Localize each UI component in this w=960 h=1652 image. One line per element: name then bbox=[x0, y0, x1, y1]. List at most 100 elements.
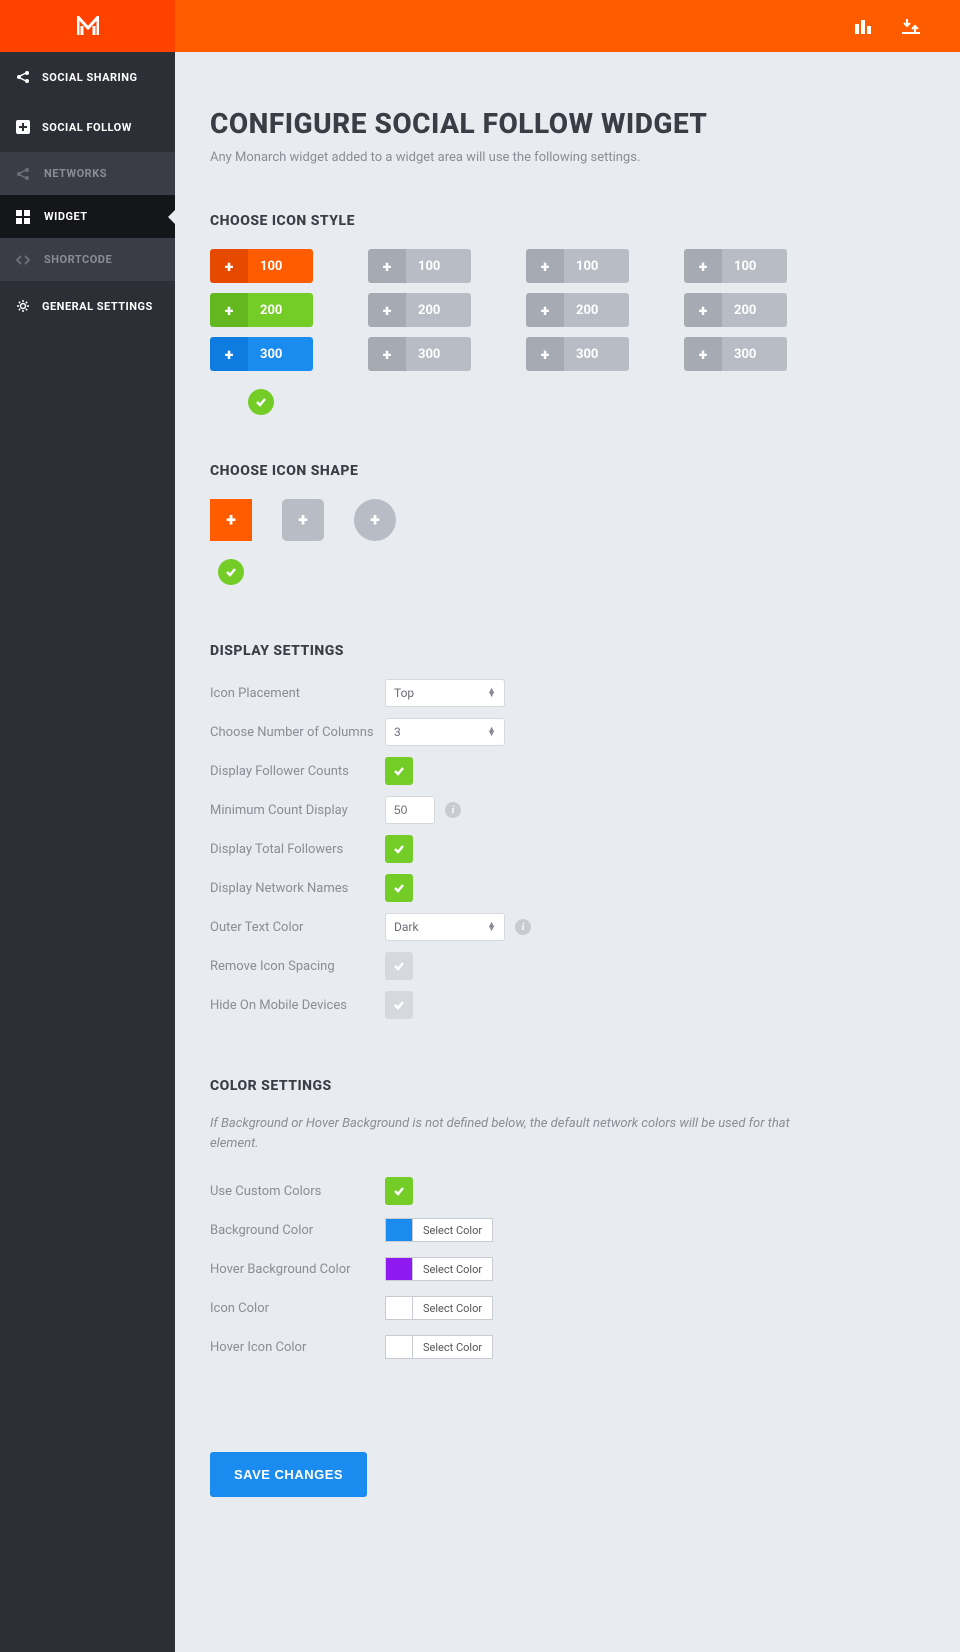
style-option[interactable]: +300 bbox=[684, 337, 787, 371]
sidebar-item-widget[interactable]: WIDGET bbox=[0, 195, 175, 238]
select-color-hover-bg[interactable]: Select Color bbox=[413, 1257, 493, 1281]
sidebar-label: WIDGET bbox=[44, 210, 88, 223]
sidebar-label: SOCIAL SHARING bbox=[42, 71, 138, 84]
shape-circle[interactable]: + bbox=[354, 499, 396, 541]
colors-subtitle: If Background or Hover Background is not… bbox=[210, 1114, 790, 1153]
label-use-custom: Use Custom Colors bbox=[210, 1184, 385, 1199]
gear-icon bbox=[16, 299, 30, 313]
input-min-count[interactable] bbox=[385, 796, 435, 824]
caret-icon: ▲▼ bbox=[487, 689, 496, 698]
selected-check-icon bbox=[248, 389, 274, 415]
style-value: 100 bbox=[722, 249, 787, 283]
style-option[interactable]: +300 bbox=[526, 337, 629, 371]
style-value: 300 bbox=[406, 337, 471, 371]
label-network-names: Display Network Names bbox=[210, 881, 385, 896]
style-value: 100 bbox=[406, 249, 471, 283]
select-outer-text[interactable]: Dark▲▼ bbox=[385, 913, 505, 941]
plus-icon: + bbox=[526, 293, 564, 327]
select-columns[interactable]: 3▲▼ bbox=[385, 718, 505, 746]
app-header bbox=[0, 0, 960, 52]
style-value: 200 bbox=[248, 293, 313, 327]
sidebar-label: NETWORKS bbox=[44, 167, 107, 180]
plus-icon: + bbox=[368, 249, 406, 283]
plus-icon: + bbox=[368, 337, 406, 371]
shape-square[interactable]: + bbox=[210, 499, 252, 541]
swatch-bg bbox=[385, 1218, 413, 1242]
label-hover-bg-color: Hover Background Color bbox=[210, 1262, 385, 1277]
label-bg-color: Background Color bbox=[210, 1223, 385, 1238]
toggle-follower-counts[interactable] bbox=[385, 757, 413, 785]
sidebar: SOCIAL SHARING SOCIAL FOLLOW NETWORKS WI… bbox=[0, 52, 175, 1652]
select-color-hover-icon[interactable]: Select Color bbox=[413, 1335, 493, 1359]
logo-box bbox=[0, 0, 175, 52]
style-option[interactable]: +300 bbox=[368, 337, 471, 371]
style-option[interactable]: +100 bbox=[526, 249, 629, 283]
page-subtitle: Any Monarch widget added to a widget are… bbox=[210, 150, 925, 165]
stats-icon[interactable] bbox=[854, 18, 872, 34]
style-value: 300 bbox=[248, 337, 313, 371]
style-option[interactable]: +100 bbox=[368, 249, 471, 283]
label-remove-spacing: Remove Icon Spacing bbox=[210, 959, 385, 974]
info-icon[interactable]: i bbox=[515, 919, 531, 935]
style-value: 100 bbox=[248, 249, 313, 283]
selected-check-icon bbox=[218, 559, 244, 585]
label-follower-counts: Display Follower Counts bbox=[210, 764, 385, 779]
select-icon-placement[interactable]: Top▲▼ bbox=[385, 679, 505, 707]
plus-icon: + bbox=[684, 249, 722, 283]
swatch-icon bbox=[385, 1296, 413, 1320]
plus-icon: + bbox=[526, 249, 564, 283]
import-export-icon[interactable] bbox=[902, 18, 920, 34]
page-title: CONFIGURE SOCIAL FOLLOW WIDGET bbox=[210, 107, 925, 140]
style-option[interactable]: +200 bbox=[526, 293, 629, 327]
icon-shape-heading: CHOOSE ICON SHAPE bbox=[210, 463, 925, 479]
info-icon[interactable]: i bbox=[445, 802, 461, 818]
share-icon bbox=[16, 167, 30, 181]
style-option[interactable]: +200 bbox=[210, 293, 313, 327]
sidebar-item-shortcode[interactable]: SHORTCODE bbox=[0, 238, 175, 281]
icon-style-heading: CHOOSE ICON STYLE bbox=[210, 213, 925, 229]
label-min-count: Minimum Count Display bbox=[210, 803, 385, 818]
shape-rounded[interactable]: + bbox=[282, 499, 324, 541]
select-color-icon[interactable]: Select Color bbox=[413, 1296, 493, 1320]
label-hover-icon-color: Hover Icon Color bbox=[210, 1340, 385, 1355]
code-icon bbox=[16, 253, 30, 267]
toggle-hide-mobile[interactable] bbox=[385, 991, 413, 1019]
label-hide-mobile: Hide On Mobile Devices bbox=[210, 998, 385, 1013]
toggle-remove-spacing[interactable] bbox=[385, 952, 413, 980]
plus-icon: + bbox=[210, 249, 248, 283]
plus-icon: + bbox=[210, 337, 248, 371]
label-columns: Choose Number of Columns bbox=[210, 725, 385, 740]
style-value: 300 bbox=[564, 337, 629, 371]
sidebar-item-social-sharing[interactable]: SOCIAL SHARING bbox=[0, 52, 175, 102]
plus-box-icon bbox=[16, 120, 30, 134]
sidebar-item-general-settings[interactable]: GENERAL SETTINGS bbox=[0, 281, 175, 331]
plus-icon: + bbox=[526, 337, 564, 371]
style-option[interactable]: +100 bbox=[684, 249, 787, 283]
style-option[interactable]: +200 bbox=[684, 293, 787, 327]
toggle-network-names[interactable] bbox=[385, 874, 413, 902]
style-value: 100 bbox=[564, 249, 629, 283]
style-option[interactable]: +300 bbox=[210, 337, 313, 371]
style-value: 300 bbox=[722, 337, 787, 371]
style-value: 200 bbox=[564, 293, 629, 327]
save-button[interactable]: SAVE CHANGES bbox=[210, 1452, 367, 1497]
swatch-hover-bg bbox=[385, 1257, 413, 1281]
sidebar-item-networks[interactable]: NETWORKS bbox=[0, 152, 175, 195]
select-color-bg[interactable]: Select Color bbox=[413, 1218, 493, 1242]
plus-icon: + bbox=[684, 337, 722, 371]
style-option[interactable]: +200 bbox=[368, 293, 471, 327]
swatch-hover-icon bbox=[385, 1335, 413, 1359]
plus-icon: + bbox=[684, 293, 722, 327]
style-option[interactable]: +100 bbox=[210, 249, 313, 283]
caret-icon: ▲▼ bbox=[487, 923, 496, 932]
style-value: 200 bbox=[406, 293, 471, 327]
style-value: 200 bbox=[722, 293, 787, 327]
display-heading: DISPLAY SETTINGS bbox=[210, 643, 925, 659]
toggle-total-followers[interactable] bbox=[385, 835, 413, 863]
label-total-followers: Display Total Followers bbox=[210, 842, 385, 857]
sidebar-item-social-follow[interactable]: SOCIAL FOLLOW bbox=[0, 102, 175, 152]
sidebar-label: GENERAL SETTINGS bbox=[42, 300, 153, 313]
plus-icon: + bbox=[368, 293, 406, 327]
sidebar-label: SHORTCODE bbox=[44, 253, 112, 266]
toggle-use-custom[interactable] bbox=[385, 1177, 413, 1205]
